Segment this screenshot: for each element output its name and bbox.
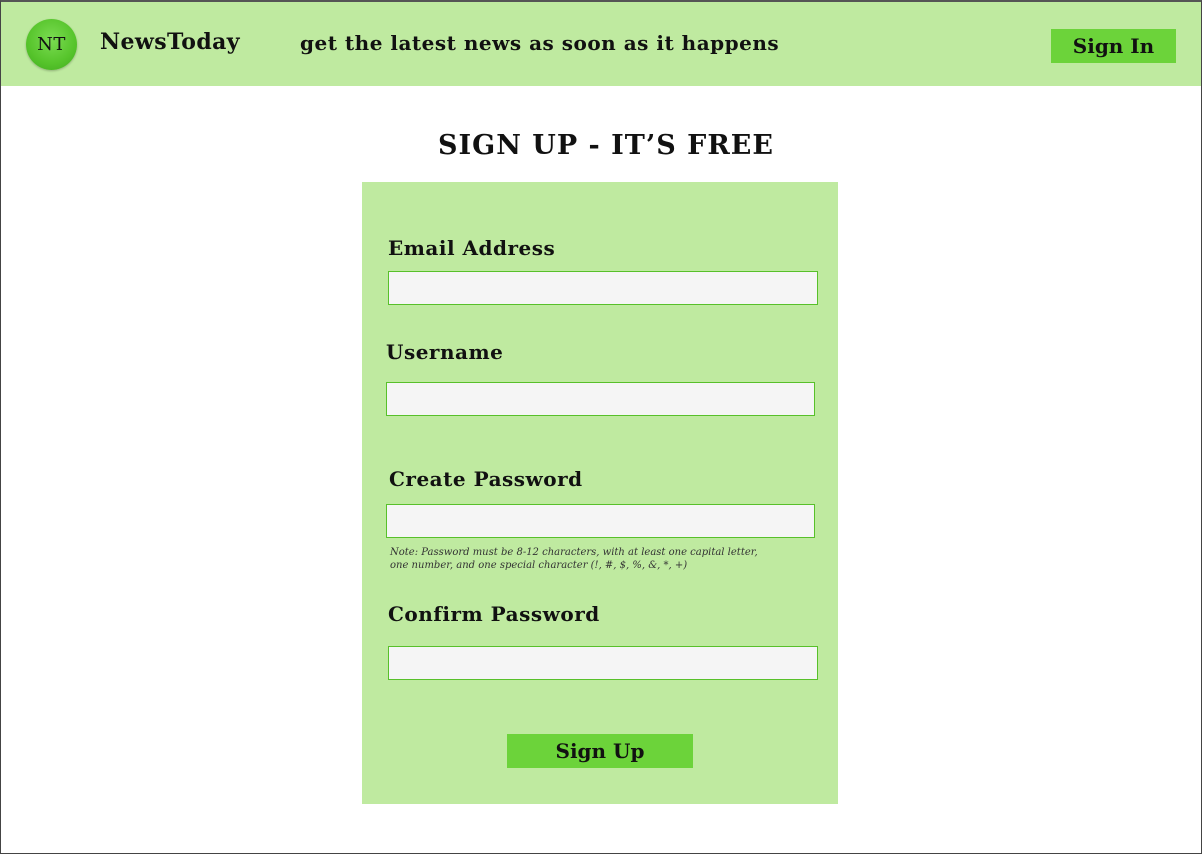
sign-in-button[interactable]: Sign In	[1051, 29, 1176, 63]
create-password-label: Create Password	[389, 467, 583, 491]
username-field[interactable]	[386, 382, 815, 416]
sign-up-button[interactable]: Sign Up	[507, 734, 693, 768]
create-password-field[interactable]	[386, 504, 815, 538]
signup-form: Email Address Username Create Password N…	[362, 182, 838, 804]
brand-name[interactable]: NewsToday	[100, 29, 240, 55]
email-label: Email Address	[388, 236, 556, 260]
logo-badge[interactable]: NT	[26, 19, 77, 70]
confirm-password-field[interactable]	[388, 646, 818, 680]
password-note-line-2: one number, and one special character (!…	[390, 560, 688, 571]
confirm-password-label: Confirm Password	[388, 602, 600, 626]
page-title: SIGN UP - IT’S FREE	[438, 130, 774, 161]
tagline: get the latest news as soon as it happen…	[300, 31, 780, 55]
email-field[interactable]	[388, 271, 818, 305]
top-header: NT NewsToday get the latest news as soon…	[1, 2, 1201, 86]
password-note: Note: Password must be 8-12 characters, …	[390, 546, 790, 572]
username-label: Username	[386, 340, 504, 364]
password-note-line-1: Note: Password must be 8-12 characters, …	[390, 547, 758, 558]
